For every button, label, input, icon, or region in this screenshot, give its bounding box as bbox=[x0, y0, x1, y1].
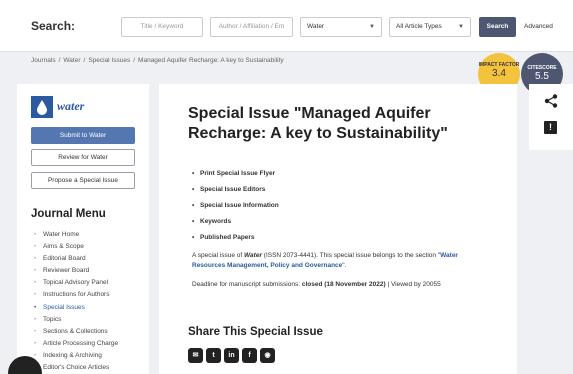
page-title: Special Issue "Managed Aquifer Recharge:… bbox=[188, 105, 448, 142]
submission-deadline: Deadline for manuscript submissions: clo… bbox=[192, 281, 441, 288]
deadline-label: Deadline for manuscript submissions: bbox=[192, 281, 302, 288]
menu-item-aims-scope[interactable]: Aims & Scope bbox=[34, 241, 118, 253]
desc-middle: (ISSN 2073-4441). This special issue bel… bbox=[261, 252, 441, 259]
share-title: Share This Special Issue bbox=[188, 326, 323, 338]
link-print-flyer[interactable]: Print Special Issue Flyer bbox=[192, 166, 279, 182]
desc-journal[interactable]: Water bbox=[244, 252, 262, 259]
chevron-down-icon: ▼ bbox=[458, 24, 464, 30]
search-bar: Search: Title / Keyword Author / Affilia… bbox=[0, 0, 573, 52]
share-icon[interactable] bbox=[544, 94, 558, 108]
special-issue-content: Special Issue "Managed Aquifer Recharge:… bbox=[159, 84, 517, 374]
breadcrumb-special-issues[interactable]: Special Issues bbox=[88, 57, 130, 64]
menu-item-instructions-authors[interactable]: Instructions for Authors bbox=[34, 289, 118, 301]
impact-factor-value: 3.4 bbox=[492, 68, 506, 79]
linkedin-icon[interactable]: in bbox=[224, 348, 239, 363]
link-published-papers[interactable]: Published Papers bbox=[192, 230, 279, 246]
menu-item-topics[interactable]: Topics bbox=[34, 314, 118, 326]
review-button[interactable]: Review for Water bbox=[31, 149, 135, 166]
menu-item-indexing-archiving[interactable]: Indexing & Archiving bbox=[34, 350, 118, 362]
facebook-icon[interactable]: f bbox=[242, 348, 257, 363]
breadcrumb-current: Managed Aquifer Recharge: A key to Susta… bbox=[138, 57, 284, 64]
email-icon[interactable]: ✉ bbox=[188, 348, 203, 363]
desc-suffix: ". bbox=[342, 262, 347, 269]
right-action-rail: ! bbox=[529, 84, 573, 150]
journal-sidebar: water Submit to Water Review for Water P… bbox=[17, 84, 149, 374]
menu-item-editorial-board[interactable]: Editorial Board bbox=[34, 253, 118, 265]
journal-menu-title: Journal Menu bbox=[31, 208, 106, 220]
article-type-select[interactable]: All Article Types ▼ bbox=[389, 17, 471, 37]
menu-item-sections-collections[interactable]: Sections & Collections bbox=[34, 326, 118, 338]
view-count: | Viewed by 20055 bbox=[385, 281, 441, 288]
propose-special-issue-button[interactable]: Propose a Special Issue bbox=[31, 172, 135, 189]
water-drop-icon bbox=[31, 96, 53, 118]
article-type-value: All Article Types bbox=[396, 23, 442, 30]
journal-select-value: Water bbox=[307, 23, 325, 30]
menu-item-reviewer-board[interactable]: Reviewer Board bbox=[34, 265, 118, 277]
link-editors[interactable]: Special Issue Editors bbox=[192, 182, 279, 198]
menu-item-special-issues[interactable]: Special Issues bbox=[34, 302, 118, 314]
share-icons: ✉ t in f ◉ bbox=[188, 348, 275, 363]
advanced-search-link[interactable]: Advanced bbox=[524, 23, 553, 30]
menu-item-editors-choice[interactable]: Editor's Choice Articles bbox=[34, 362, 118, 374]
report-icon[interactable]: ! bbox=[544, 121, 557, 134]
chevron-down-icon: ▼ bbox=[369, 24, 375, 30]
special-issue-description: A special issue of Water (ISSN 2073-4441… bbox=[192, 251, 492, 271]
link-keywords[interactable]: Keywords bbox=[192, 214, 279, 230]
menu-item-apc[interactable]: Article Processing Charge bbox=[34, 338, 118, 350]
author-affiliation-input[interactable]: Author / Affiliation / Em bbox=[210, 17, 293, 37]
breadcrumb-water[interactable]: Water bbox=[63, 57, 80, 64]
section-links: Print Special Issue Flyer Special Issue … bbox=[192, 166, 279, 247]
search-button[interactable]: Search bbox=[479, 17, 516, 37]
menu-item-topical-advisory-panel[interactable]: Topical Advisory Panel bbox=[34, 277, 118, 289]
journal-select[interactable]: Water ▼ bbox=[300, 17, 382, 37]
citescore-value: 5.5 bbox=[535, 71, 549, 82]
wechat-icon[interactable]: ◉ bbox=[260, 348, 275, 363]
submit-button[interactable]: Submit to Water bbox=[31, 127, 135, 144]
breadcrumb: Journals / Water / Special Issues / Managed Aq… bbox=[31, 57, 284, 64]
title-keyword-input[interactable]: Title / Keyword bbox=[121, 17, 203, 37]
deadline-value: closed (18 November 2022) bbox=[301, 281, 386, 288]
twitter-icon[interactable]: t bbox=[206, 348, 221, 363]
journal-logo[interactable]: water bbox=[31, 96, 127, 118]
logo-text: water bbox=[57, 99, 85, 113]
link-information[interactable]: Special Issue Information bbox=[192, 198, 279, 214]
desc-prefix: A special issue of bbox=[192, 252, 245, 259]
journal-menu: Water Home Aims & Scope Editorial Board … bbox=[34, 229, 118, 374]
menu-item-home[interactable]: Water Home bbox=[34, 229, 118, 241]
search-label: Search: bbox=[31, 19, 76, 33]
breadcrumb-journals[interactable]: Journals bbox=[31, 57, 56, 64]
